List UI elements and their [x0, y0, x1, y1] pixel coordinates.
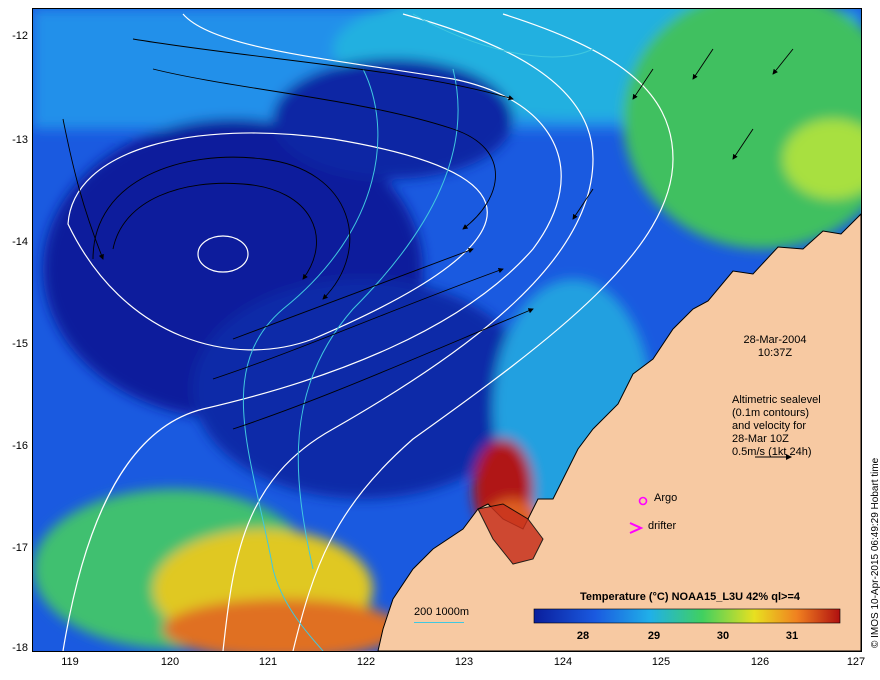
- y-tick-label: -16: [12, 440, 28, 452]
- y-tick-label: -13: [12, 134, 28, 146]
- colorbar-tick: 31: [785, 630, 799, 642]
- y-tick-label: -12: [12, 30, 28, 42]
- sst-cold-north: [273, 59, 513, 179]
- date-label: 28-Mar-2004 10:37Z: [743, 334, 807, 359]
- depth-legend: 200 1000m: [414, 606, 470, 618]
- sst-map[interactable]: [32, 8, 862, 652]
- colorbar-title: Temperature (°C) NOAA15_L3U 42% ql>=4: [580, 591, 800, 603]
- colorbar-tick: 29: [647, 630, 661, 642]
- x-tick-label: 119: [61, 656, 79, 668]
- x-tick-label: 127: [846, 656, 866, 668]
- temperature-colorbar: [533, 608, 841, 624]
- colorbar-tick: 28: [576, 630, 590, 642]
- x-tick-label: 126: [750, 656, 770, 668]
- x-tick-label: 122: [356, 656, 376, 668]
- colorbar-tick: 30: [716, 630, 730, 642]
- x-tick-label: 121: [258, 656, 278, 668]
- x-tick-label: 123: [454, 656, 474, 668]
- drifter-label: drifter: [648, 520, 677, 532]
- x-tick-label: 125: [651, 656, 671, 668]
- y-tick-label: -17: [12, 542, 28, 554]
- y-tick-label: -18: [12, 642, 28, 654]
- altimetry-note: Altimetric sealevel (0.1m contours) and …: [732, 394, 821, 458]
- x-tick-label: 120: [160, 656, 180, 668]
- y-tick-label: -15: [12, 338, 28, 350]
- credit-text: © IMOS 10-Apr-2015 06:49:29 Hobart time: [870, 457, 880, 648]
- y-tick-label: -14: [12, 236, 28, 248]
- argo-label: Argo: [654, 492, 678, 504]
- x-tick-label: 124: [553, 656, 573, 668]
- depth-legend-line: [414, 622, 464, 623]
- sst-map-canvas: [33, 9, 861, 651]
